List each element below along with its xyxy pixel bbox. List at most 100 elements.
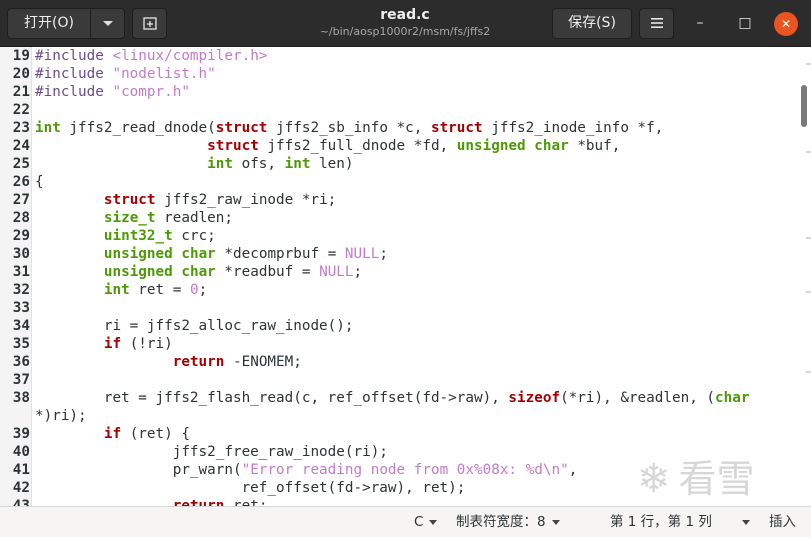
code-token: #include: [35, 84, 113, 100]
code-token: NULL: [319, 264, 354, 280]
code-token: int: [35, 120, 61, 136]
code-token: return: [172, 354, 225, 370]
scrollbar-thumb[interactable]: [801, 85, 807, 127]
code-token: struct: [103, 192, 156, 208]
code-text: ret = jffs2_flash_read(c, ref_offset(fd-…: [35, 389, 750, 407]
language-selector[interactable]: C: [414, 513, 438, 531]
code-line[interactable]: 38 ret = jffs2_flash_read(c, ref_offset(…: [0, 389, 797, 407]
code-token: struct: [207, 138, 259, 154]
code-text: return ret;: [35, 497, 268, 506]
code-line[interactable]: 36 return -ENOMEM;: [0, 353, 797, 371]
code-text: #include "compr.h": [35, 83, 190, 101]
code-line[interactable]: 33: [0, 299, 797, 317]
overview-mark: [806, 63, 811, 65]
code-line[interactable]: 28 size_t readlen;: [0, 209, 797, 227]
new-tab-button[interactable]: [132, 8, 167, 39]
code-token: unsigned: [103, 264, 173, 280]
maximize-button[interactable]: □: [733, 12, 757, 36]
line-number: 22: [12, 102, 30, 118]
code-token: jffs2_full_dnode *fd,: [258, 138, 457, 154]
line-number: 29: [12, 228, 30, 244]
code-token: sizeof: [508, 390, 561, 406]
line-number: 20: [12, 66, 30, 82]
menu-icon: [650, 18, 663, 28]
code-line[interactable]: 29 uint32_t crc;: [0, 227, 797, 245]
code-token: ref_offset(fd->raw), ret);: [35, 480, 466, 496]
code-token: int: [103, 282, 130, 298]
code-line[interactable]: 26 {: [0, 173, 797, 191]
code-token: ret =: [129, 282, 190, 298]
code-text: #include <linux/compiler.h>: [35, 47, 267, 65]
code-token: ofs,: [232, 156, 285, 172]
save-button[interactable]: 保存(S): [552, 8, 632, 39]
cursor-position-label: 第 1 行，第 1 列: [610, 514, 712, 530]
code-line[interactable]: 31 unsigned char *readbuf = NULL;: [0, 263, 797, 281]
line-number: 21: [12, 84, 30, 100]
code-line[interactable]: 22: [0, 101, 797, 119]
code-text: jffs2_free_raw_inode(ri);: [35, 443, 388, 461]
code-text: int ret = 0;: [35, 281, 207, 299]
code-editor[interactable]: 19 #include <linux/compiler.h> 20 #include …: [0, 47, 797, 506]
code-token: {: [35, 174, 44, 190]
code-token: if: [103, 336, 122, 352]
line-number: 24: [12, 138, 30, 154]
code-text: struct jffs2_raw_inode *ri;: [35, 191, 336, 209]
code-token: ;: [353, 264, 363, 280]
code-line[interactable]: 19 #include <linux/compiler.h>: [0, 47, 797, 65]
code-line[interactable]: 21 #include "compr.h": [0, 83, 797, 101]
code-line[interactable]: 23 int jffs2_read_dnode(struct jffs2_sb_i…: [0, 119, 797, 137]
line-number: 42: [12, 480, 30, 496]
open-button[interactable]: 打开(O): [7, 8, 91, 39]
line-number: 41: [12, 462, 30, 478]
code-line[interactable]: *)ri);: [0, 407, 797, 425]
code-token: ret;: [224, 498, 268, 506]
code-token: "Error reading node from 0x%08x: %d\n": [241, 462, 569, 478]
hamburger-menu-button[interactable]: [639, 8, 674, 39]
code-token: int: [284, 156, 311, 172]
position-dropdown[interactable]: [736, 513, 750, 531]
code-token: "compr.h": [112, 84, 190, 100]
line-number: 35: [12, 336, 30, 352]
code-text: if (!ri): [35, 335, 173, 353]
code-text: pr_warn("Error reading node from 0x%08x:…: [35, 461, 578, 479]
title-block: read.c ~/bin/aosp1000r2/msm/fs/jffs2: [300, 6, 510, 40]
code-line[interactable]: 35 if (!ri): [0, 335, 797, 353]
code-line[interactable]: 24 struct jffs2_full_dnode *fd, unsigned…: [0, 137, 797, 155]
code-token: (*ri), &readlen, (: [560, 390, 716, 406]
code-token: int: [207, 156, 233, 172]
overview-mark: [806, 371, 811, 373]
code-token: NULL: [344, 246, 380, 262]
overview-mark: [806, 291, 811, 293]
close-button[interactable]: ✕: [774, 12, 798, 36]
watermark-text: 看雪: [678, 457, 755, 501]
code-text: {: [35, 173, 44, 191]
code-token: *decomprbuf =: [215, 246, 345, 262]
code-line[interactable]: 20 #include "nodelist.h": [0, 65, 797, 83]
chevron-down-icon: [742, 519, 750, 525]
minimize-button[interactable]: –: [688, 12, 712, 36]
language-label: C: [414, 514, 424, 530]
code-token: jffs2_free_raw_inode(ri);: [35, 444, 388, 460]
insert-mode-indicator[interactable]: 插入: [769, 513, 796, 531]
code-line[interactable]: 30 unsigned char *decomprbuf = NULL;: [0, 245, 797, 263]
tab-width-selector[interactable]: 制表符宽度：8: [456, 513, 560, 531]
code-token: unsigned: [456, 138, 526, 154]
code-line[interactable]: 34 ri = jffs2_alloc_raw_inode();: [0, 317, 797, 335]
line-number: 37: [12, 372, 30, 388]
code-line[interactable]: 39 if (ret) {: [0, 425, 797, 443]
code-token: (!ri): [121, 336, 173, 352]
code-line[interactable]: 27 struct jffs2_raw_inode *ri;: [0, 191, 797, 209]
code-text: ri = jffs2_alloc_raw_inode();: [35, 317, 354, 335]
code-line[interactable]: 37: [0, 371, 797, 389]
open-dropdown-button[interactable]: [90, 8, 125, 39]
code-token: uint32_t: [103, 228, 173, 244]
code-token: ,: [568, 462, 578, 478]
code-line[interactable]: 32 int ret = 0;: [0, 281, 797, 299]
vertical-scrollbar[interactable]: [797, 47, 811, 506]
line-number: 36: [12, 354, 30, 370]
code-line[interactable]: 25 int ofs, int len): [0, 155, 797, 173]
